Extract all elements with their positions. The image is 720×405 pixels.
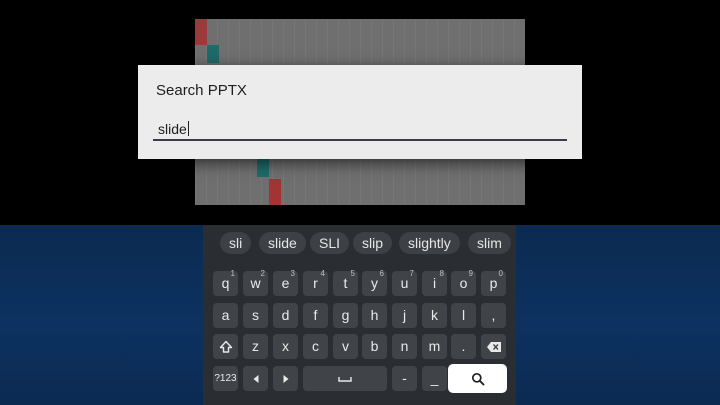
space-key[interactable] (303, 366, 387, 391)
suggestion-chip[interactable]: SLI (310, 232, 350, 254)
key-n[interactable]: n (392, 334, 417, 359)
dash-key[interactable]: - (392, 366, 417, 391)
cursor-right-key[interactable] (273, 366, 298, 391)
search-key[interactable] (448, 364, 507, 393)
key-u[interactable]: u7 (392, 269, 417, 296)
key-comma[interactable]: , (481, 303, 506, 328)
underscore-key[interactable]: _ (422, 366, 447, 391)
space-icon (338, 370, 352, 386)
key-v[interactable]: v (333, 334, 358, 359)
key-c[interactable]: c (303, 334, 328, 359)
suggestion-chip[interactable]: slide (259, 232, 306, 254)
key-h[interactable]: h (362, 303, 387, 328)
key-d[interactable]: d (273, 303, 298, 328)
key-i[interactable]: i8 (422, 269, 447, 296)
preview-mark (257, 159, 269, 177)
arrow-left-icon (252, 370, 260, 386)
arrow-right-icon (282, 370, 290, 386)
search-dialog: Search PPTX slide (138, 65, 582, 159)
key-x[interactable]: x (273, 334, 298, 359)
suggestion-bar: sli slide SLI slip slightly slim (203, 232, 516, 254)
key-r[interactable]: r4 (303, 269, 328, 296)
key-q[interactable]: q1 (213, 269, 238, 296)
backspace-key[interactable] (481, 334, 506, 359)
shift-icon (219, 338, 233, 354)
symbols-key[interactable]: ?123 (213, 366, 238, 391)
suggestion-chip[interactable]: slip (353, 232, 393, 254)
key-k[interactable]: k (422, 303, 447, 328)
preview-mark (207, 45, 219, 63)
key-g[interactable]: g (333, 303, 358, 328)
search-input[interactable]: slide (153, 117, 567, 141)
onscreen-keyboard: sli slide SLI slip slightly slim q1 w2 e… (203, 225, 516, 405)
suggestion-chip[interactable]: slightly (399, 232, 460, 254)
dialog-title: Search PPTX (156, 82, 247, 99)
key-f[interactable]: f (303, 303, 328, 328)
search-icon (471, 370, 485, 386)
key-m[interactable]: m (422, 334, 447, 359)
key-o[interactable]: o9 (451, 269, 476, 296)
input-underline (153, 139, 567, 141)
cursor-left-key[interactable] (243, 366, 268, 391)
key-b[interactable]: b (362, 334, 387, 359)
key-z[interactable]: z (243, 334, 268, 359)
preview-mark (269, 179, 281, 205)
suggestion-chip[interactable]: sli (220, 232, 252, 254)
key-p[interactable]: p0 (481, 269, 506, 296)
key-a[interactable]: a (213, 303, 238, 328)
text-caret (187, 121, 189, 136)
key-y[interactable]: y6 (362, 269, 387, 296)
search-input-value: slide (158, 121, 187, 137)
key-l[interactable]: l (451, 303, 476, 328)
key-t[interactable]: t5 (333, 269, 358, 296)
key-w[interactable]: w2 (243, 269, 268, 296)
backspace-icon (486, 338, 502, 354)
key-e[interactable]: e3 (273, 269, 298, 296)
key-period[interactable]: . (451, 334, 476, 359)
shift-key[interactable] (213, 334, 238, 359)
preview-mark (195, 19, 207, 45)
suggestion-chip[interactable]: slim (468, 232, 511, 254)
key-j[interactable]: j (392, 303, 417, 328)
key-s[interactable]: s (243, 303, 268, 328)
